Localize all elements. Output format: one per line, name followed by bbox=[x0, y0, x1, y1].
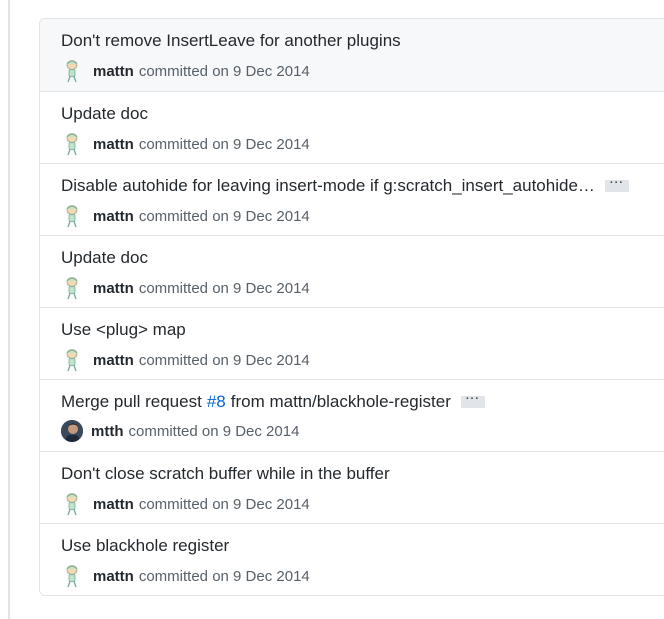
commit-date-text: committed on 9 Dec 2014 bbox=[138, 495, 310, 513]
commit-title-link[interactable]: Update doc bbox=[61, 248, 148, 268]
commit-row: Disable autohide for leaving insert-mode… bbox=[40, 163, 664, 235]
commit-title-wrap: Merge pull request #8 from mattn/blackho… bbox=[61, 392, 485, 412]
commit-title-link[interactable]: Update doc bbox=[61, 104, 148, 124]
avatar[interactable] bbox=[61, 420, 83, 442]
commit-title-wrap: Use <plug> map bbox=[61, 320, 186, 340]
avatar[interactable] bbox=[61, 348, 83, 372]
commit-meta: mtth committed on 9 Dec 2014 bbox=[61, 420, 299, 442]
commit-date-text: committed on 9 Dec 2014 bbox=[138, 135, 310, 153]
commit-author[interactable]: mtth bbox=[91, 423, 124, 440]
commit-row: Don't close scratch buffer while in the … bbox=[40, 451, 664, 523]
commit-author[interactable]: mattn bbox=[93, 568, 134, 585]
commit-title-wrap: Use blackhole register bbox=[61, 536, 229, 556]
commit-list: Don't remove InsertLeave for another plu… bbox=[39, 18, 664, 596]
commit-meta: mattn committed on 9 Dec 2014 bbox=[61, 348, 310, 372]
commit-title-link[interactable]: Merge pull request bbox=[61, 392, 202, 412]
commit-date-text: committed on 9 Dec 2014 bbox=[128, 422, 300, 440]
commit-title-wrap: Don't close scratch buffer while in the … bbox=[61, 464, 390, 484]
commit-date-text: committed on 9 Dec 2014 bbox=[138, 279, 310, 297]
commit-date-text: committed on 9 Dec 2014 bbox=[138, 207, 310, 225]
commit-date-text: committed on 9 Dec 2014 bbox=[138, 62, 310, 80]
avatar[interactable] bbox=[61, 492, 83, 516]
commit-row: Use blackhole register mattn committed o… bbox=[40, 523, 664, 595]
expand-message-button[interactable]: ··· bbox=[460, 394, 485, 408]
commit-title-link[interactable]: Disable autohide for leaving insert-mode… bbox=[61, 176, 595, 196]
commit-title-link[interactable]: Don't remove InsertLeave for another plu… bbox=[61, 31, 401, 51]
commit-row: Update doc mattn committed on 9 Dec 2014 bbox=[40, 91, 664, 163]
avatar[interactable] bbox=[61, 204, 83, 228]
commit-meta: mattn committed on 9 Dec 2014 bbox=[61, 492, 310, 516]
commit-date-text: committed on 9 Dec 2014 bbox=[138, 567, 310, 585]
commit-meta: mattn committed on 9 Dec 2014 bbox=[61, 132, 310, 156]
commit-meta: mattn committed on 9 Dec 2014 bbox=[61, 204, 310, 228]
avatar[interactable] bbox=[61, 564, 83, 588]
commit-row: Merge pull request #8 from mattn/blackho… bbox=[40, 379, 664, 451]
commit-meta: mattn committed on 9 Dec 2014 bbox=[61, 276, 310, 300]
expand-message-button[interactable]: ··· bbox=[604, 178, 629, 192]
commit-title-wrap: Update doc bbox=[61, 248, 148, 268]
avatar[interactable] bbox=[61, 132, 83, 156]
commit-date-text: committed on 9 Dec 2014 bbox=[138, 351, 310, 369]
pull-request-link[interactable]: #8 bbox=[207, 392, 226, 412]
avatar[interactable] bbox=[61, 276, 83, 300]
commit-title-link[interactable]: Use blackhole register bbox=[61, 536, 229, 556]
commit-author[interactable]: mattn bbox=[93, 136, 134, 153]
commit-meta: mattn committed on 9 Dec 2014 bbox=[61, 59, 310, 83]
commit-author[interactable]: mattn bbox=[93, 352, 134, 369]
commit-title-link[interactable]: from mattn/blackhole-register bbox=[231, 392, 451, 412]
commit-title-wrap: Disable autohide for leaving insert-mode… bbox=[61, 176, 629, 196]
commit-author[interactable]: mattn bbox=[93, 496, 134, 513]
commit-author[interactable]: mattn bbox=[93, 63, 134, 80]
commit-author[interactable]: mattn bbox=[93, 280, 134, 297]
commit-title-link[interactable]: Don't close scratch buffer while in the … bbox=[61, 464, 390, 484]
commit-row: Update doc mattn committed on 9 Dec 2014 bbox=[40, 235, 664, 307]
commit-author[interactable]: mattn bbox=[93, 208, 134, 225]
commit-title-wrap: Don't remove InsertLeave for another plu… bbox=[61, 31, 401, 51]
commit-row: Don't remove InsertLeave for another plu… bbox=[40, 19, 664, 91]
commit-title-wrap: Update doc bbox=[61, 104, 148, 124]
commit-row: Use <plug> map mattn committed on 9 Dec … bbox=[40, 307, 664, 379]
avatar[interactable] bbox=[61, 59, 83, 83]
timeline-line bbox=[8, 0, 10, 619]
commit-meta: mattn committed on 9 Dec 2014 bbox=[61, 564, 310, 588]
commit-title-link[interactable]: Use <plug> map bbox=[61, 320, 186, 340]
